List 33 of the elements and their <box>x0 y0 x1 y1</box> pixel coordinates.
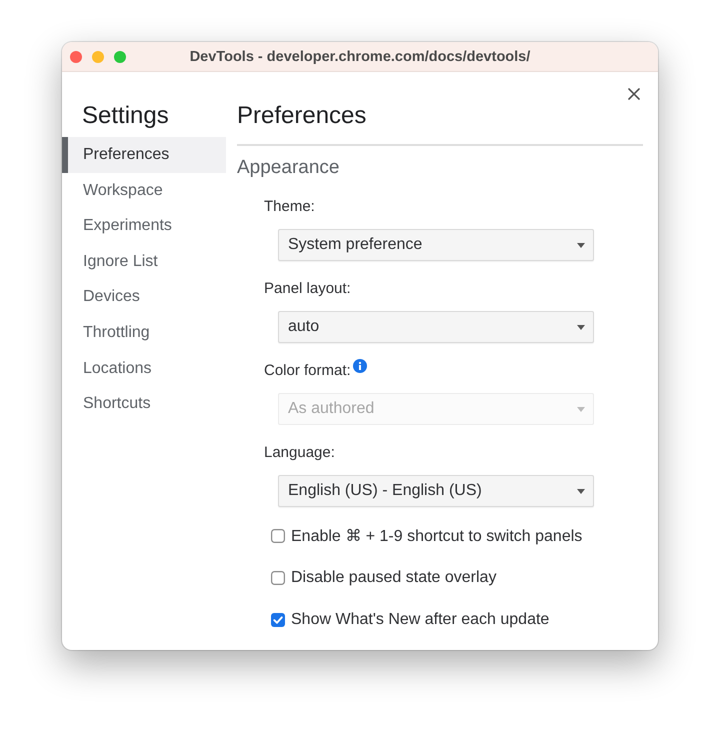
field-label: Theme: <box>264 198 315 216</box>
caret-icon <box>577 488 585 494</box>
section-heading: Appearance <box>237 157 340 179</box>
checkbox[interactable] <box>271 571 285 585</box>
dropdown-field[interactable]: English (US) - English (US) <box>278 475 594 507</box>
checkbox[interactable] <box>271 613 285 627</box>
checkbox-label: Show What's New after each update <box>291 611 550 629</box>
sidebar-item[interactable]: Devices <box>62 279 226 315</box>
dropdown-field[interactable]: System preference <box>278 229 594 261</box>
field-label: Panel layout: <box>264 280 351 298</box>
page-title: Preferences <box>237 102 368 130</box>
close-icon[interactable] <box>628 88 640 100</box>
caret-icon <box>577 242 585 248</box>
checkbox-label: Enable ⌘ + 1-9 shortcut to switch panels <box>291 527 582 546</box>
dropdown-field[interactable]: auto <box>278 311 594 343</box>
field-label: Language: <box>264 444 335 462</box>
sidebar-item[interactable]: Preferences <box>62 137 226 173</box>
settings-title: Settings <box>82 102 170 130</box>
maximize-window-icon[interactable] <box>114 50 126 62</box>
caret-icon <box>577 324 585 330</box>
field-label: Color format: <box>264 362 351 380</box>
sidebar-item[interactable]: Locations <box>62 350 226 386</box>
window-title: DevTools - developer.chrome.com/docs/devtools/ <box>188 48 532 64</box>
sidebar-item[interactable]: Throttling <box>62 314 226 351</box>
checkbox[interactable] <box>271 529 285 543</box>
sidebar-item[interactable]: Ignore List <box>62 244 226 280</box>
close-window-icon[interactable] <box>70 50 82 62</box>
checkbox-label: Disable paused state overlay <box>291 569 496 587</box>
sidebar-item[interactable]: Workspace <box>62 172 226 208</box>
sidebar-item[interactable]: Experiments <box>62 208 226 244</box>
dropdown-field: As authored <box>278 393 594 425</box>
caret-icon <box>577 406 585 412</box>
sidebar-item[interactable]: Shortcuts <box>62 386 226 422</box>
